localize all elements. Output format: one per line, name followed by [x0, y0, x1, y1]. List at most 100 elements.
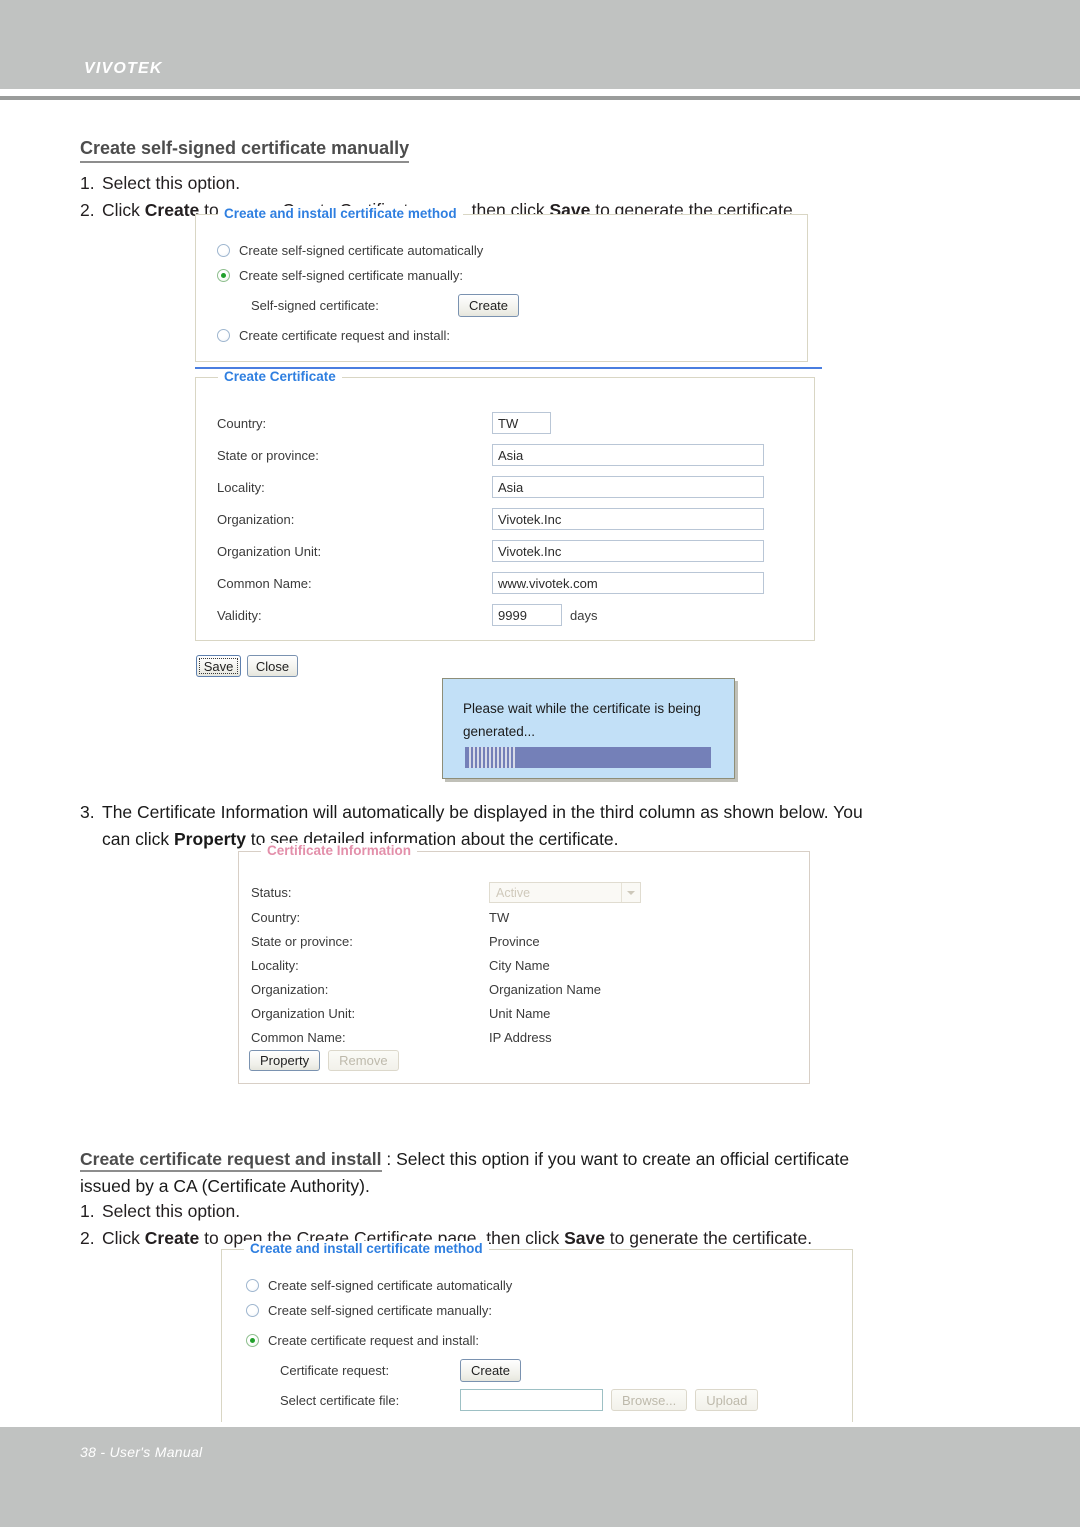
- radio2-auto-label: Create self-signed certificate automatic…: [268, 1278, 513, 1293]
- validity-input[interactable]: 9999: [492, 604, 562, 626]
- validity-label: Validity:: [217, 607, 262, 623]
- certificate-info-actions: Property Remove: [249, 1050, 399, 1071]
- section3-step-2-save-keyword: Save: [564, 1228, 605, 1248]
- locality-input[interactable]: Asia: [492, 476, 764, 498]
- info-organization-unit-value: Unit Name: [489, 1006, 551, 1021]
- step-2-create-keyword: Create: [144, 200, 200, 220]
- field-row-country: Country: TW: [217, 412, 551, 434]
- create-certificate-request-button[interactable]: Create: [460, 1359, 522, 1382]
- organization-unit-input[interactable]: Vivotek.Inc: [492, 540, 764, 562]
- chevron-down-icon: [621, 883, 640, 902]
- certificate-information-panel: Certificate Information Status: Active C…: [238, 843, 810, 1084]
- step-2-number: 2.: [80, 200, 95, 220]
- state-input[interactable]: Asia: [492, 444, 764, 466]
- info-organization-label: Organization:: [251, 982, 329, 997]
- state-label: State or province:: [217, 447, 319, 463]
- info-row-country: Country: TW: [251, 910, 509, 925]
- section3-step-1: 1. Select this option.: [80, 1198, 812, 1225]
- browse-button: Browse...: [611, 1389, 688, 1411]
- status-select-value: Active: [496, 885, 531, 900]
- header-divider: [0, 96, 1080, 100]
- radio-option-request[interactable]: Create certificate request and install:: [217, 328, 450, 343]
- create-certificate-panel: Create Certificate Country: TW State or …: [195, 369, 815, 641]
- info-row-state: State or province: Province: [251, 934, 540, 949]
- section3-step-1-number: 1.: [80, 1201, 95, 1221]
- certificate-information-legend: Certificate Information: [261, 843, 418, 858]
- radio2-request-label: Create certificate request and install:: [268, 1333, 479, 1348]
- step-3-number: 3.: [80, 802, 95, 822]
- info-row-organization: Organization: Organization Name: [251, 982, 601, 997]
- info-state-value: Province: [489, 934, 540, 949]
- radio-auto-label: Create self-signed certificate automatic…: [239, 243, 484, 258]
- create-install-method-panel: Create and install certificate method Cr…: [195, 206, 808, 362]
- create-self-signed-button[interactable]: Create: [458, 294, 520, 317]
- radio-auto-icon[interactable]: [217, 244, 230, 257]
- lead-heading: Create certificate request and install: [80, 1149, 382, 1172]
- property-button[interactable]: Property: [249, 1050, 321, 1071]
- field-row-validity: Validity: 9999 days: [217, 604, 597, 626]
- country-label: Country:: [217, 415, 267, 431]
- status-select[interactable]: Active: [489, 882, 641, 903]
- info-common-name-value: IP Address: [489, 1030, 552, 1045]
- step-1-text: Select this option.: [102, 173, 241, 193]
- step-3-text-b: can click: [102, 829, 174, 849]
- radio-option-auto[interactable]: Create self-signed certificate automatic…: [217, 243, 483, 258]
- close-button[interactable]: Close: [247, 655, 298, 677]
- section3-step-1-text: Select this option.: [102, 1201, 241, 1221]
- section3-step-2-text-c: to generate the certificate.: [604, 1228, 813, 1248]
- info-row-locality: Locality: City Name: [251, 958, 550, 973]
- info-common-name-label: Common Name:: [251, 1030, 346, 1045]
- self-signed-certificate-label: Self-signed certificate:: [251, 298, 379, 313]
- radio2-request-icon[interactable]: [246, 1334, 259, 1347]
- radio2-option-auto[interactable]: Create self-signed certificate automatic…: [246, 1278, 512, 1293]
- create-certificate-legend: Create Certificate: [218, 369, 342, 384]
- country-input[interactable]: TW: [492, 412, 551, 434]
- lead-body-line1: Select this option if you want to create…: [396, 1149, 850, 1169]
- radio-manual-label: Create self-signed certificate manually:: [239, 268, 463, 283]
- radio2-auto-icon[interactable]: [246, 1279, 259, 1292]
- radio-option-manual[interactable]: Create self-signed certificate manually:: [217, 268, 463, 283]
- organization-input[interactable]: Vivotek.Inc: [492, 508, 764, 530]
- info-row-status: Status: Active: [251, 882, 641, 903]
- certificate-request-row: Certificate request: Create: [280, 1359, 522, 1382]
- panel-2-legend: Create and install certificate method: [244, 1241, 489, 1256]
- radio2-option-request[interactable]: Create certificate request and install:: [246, 1333, 479, 1348]
- page-footer: [0, 1427, 1080, 1527]
- section3-step-2-create-keyword: Create: [144, 1228, 200, 1248]
- progress-bar: [465, 747, 711, 768]
- validity-unit-label: days: [570, 607, 598, 623]
- status-label: Status:: [251, 885, 292, 900]
- brand-logo: VIVOTEK: [84, 60, 163, 77]
- step-3-property-keyword: Property: [173, 829, 246, 849]
- radio2-option-manual[interactable]: Create self-signed certificate manually:: [246, 1303, 492, 1318]
- select-certificate-file-row: Select certificate file: Browse... Uploa…: [280, 1389, 759, 1411]
- certificate-request-label: Certificate request:: [280, 1363, 390, 1378]
- info-country-label: Country:: [251, 910, 301, 925]
- step-3-paragraph: 3. The Certificate Information will auto…: [80, 799, 1010, 853]
- save-button[interactable]: Save: [196, 655, 241, 677]
- certificate-file-input[interactable]: [460, 1389, 603, 1411]
- section3-step-2-text-a: Click: [102, 1228, 145, 1248]
- info-locality-label: Locality:: [251, 958, 299, 973]
- info-row-organization-unit: Organization Unit: Unit Name: [251, 1006, 550, 1021]
- field-row-common-name: Common Name: www.vivotek.com: [217, 572, 764, 594]
- step-3-text-a: The Certificate Information will automat…: [102, 802, 863, 822]
- radio-request-label: Create certificate request and install:: [239, 328, 450, 343]
- footer-page-label: 38 - User's Manual: [80, 1444, 203, 1460]
- please-wait-message: Please wait while the certificate is bei…: [463, 701, 701, 739]
- lead-body-line2: issued by a CA (Certificate Authority).: [80, 1176, 370, 1196]
- radio2-manual-icon[interactable]: [246, 1304, 259, 1317]
- organization-unit-label: Organization Unit:: [217, 543, 322, 559]
- lead-separator: :: [381, 1149, 397, 1169]
- step-2-text-a: Click: [102, 200, 145, 220]
- locality-label: Locality:: [217, 479, 265, 495]
- section3-step-2-number: 2.: [80, 1228, 95, 1248]
- radio-manual-icon[interactable]: [217, 269, 230, 282]
- info-row-common-name: Common Name: IP Address: [251, 1030, 552, 1045]
- select-certificate-file-label: Select certificate file:: [280, 1392, 400, 1408]
- self-signed-certificate-row: Self-signed certificate: Create: [251, 294, 520, 317]
- radio-request-icon[interactable]: [217, 329, 230, 342]
- upload-button: Upload: [695, 1389, 759, 1411]
- common-name-input[interactable]: www.vivotek.com: [492, 572, 764, 594]
- info-locality-value: City Name: [489, 958, 550, 973]
